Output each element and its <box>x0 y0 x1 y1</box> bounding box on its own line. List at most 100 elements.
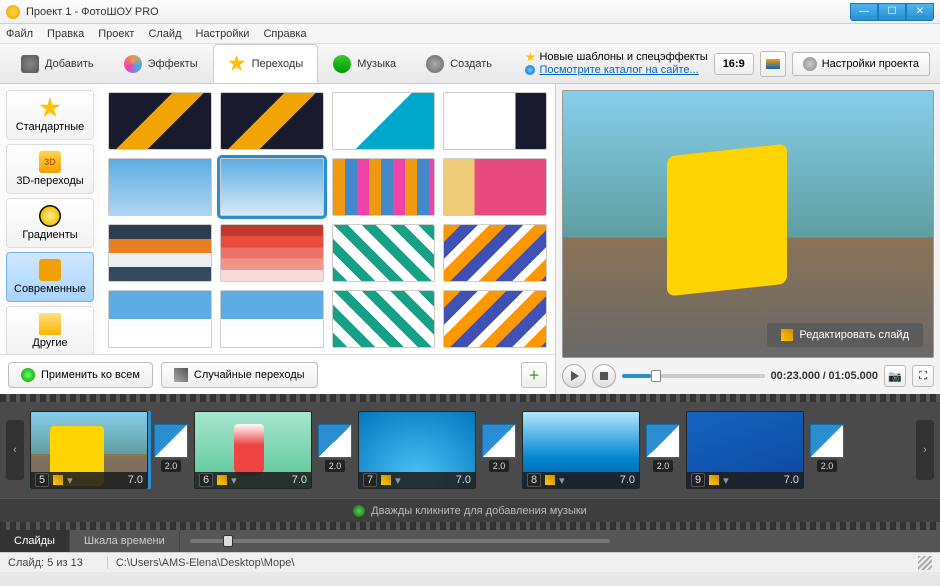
filmstrip-decoration <box>0 394 940 402</box>
toolbar-right: Новые шаблоны и спецэффекты Посмотрите к… <box>525 44 934 83</box>
star-icon <box>525 52 535 62</box>
category-gradients[interactable]: Градиенты <box>6 198 94 248</box>
menu-edit[interactable]: Правка <box>47 28 84 40</box>
slide-thumb[interactable]: 7▾7.0 <box>358 411 476 489</box>
seek-slider[interactable] <box>622 374 765 378</box>
view-tab-slides[interactable]: Слайды <box>0 530 70 552</box>
edit-slide-button[interactable]: Редактировать слайд <box>767 323 923 347</box>
tab-transitions[interactable]: Переходы <box>213 44 319 83</box>
menu-file[interactable]: Файл <box>6 28 33 40</box>
tab-create[interactable]: Создать <box>411 44 507 83</box>
gradient-icon <box>39 205 61 227</box>
category-other[interactable]: Другие <box>6 306 94 354</box>
slide-menu-dropdown[interactable]: ▾ <box>559 474 565 487</box>
aspect-ratio-button[interactable]: 16:9 <box>714 53 754 75</box>
promo-link[interactable]: Посмотрите каталог на сайте... <box>539 64 698 77</box>
transition-thumb[interactable] <box>443 92 547 150</box>
slide-duration: 7.0 <box>292 474 307 486</box>
view-tabs: Слайды Шкала времени <box>0 530 940 552</box>
scroll-left-button[interactable]: ‹ <box>6 420 24 480</box>
slide-group: 5▾7.02.0 <box>30 411 190 489</box>
slide-menu-dropdown[interactable]: ▾ <box>723 474 729 487</box>
transition-thumb[interactable] <box>220 158 324 216</box>
transition-token: 2.0 <box>644 424 682 476</box>
slide-thumb[interactable]: 6▾7.0 <box>194 411 312 489</box>
category-modern[interactable]: Современные <box>6 252 94 302</box>
minimize-button[interactable]: — <box>850 3 878 21</box>
menu-slide[interactable]: Слайд <box>148 28 181 40</box>
background-button[interactable] <box>760 51 786 77</box>
camera-icon <box>21 55 39 73</box>
transition-tile[interactable] <box>154 424 188 458</box>
menu-project[interactable]: Проект <box>98 28 134 40</box>
pencil-icon[interactable] <box>709 475 719 485</box>
transition-thumb[interactable] <box>443 224 547 282</box>
slide-thumb[interactable]: 5▾7.0 <box>30 411 148 489</box>
close-button[interactable]: ✕ <box>906 3 934 21</box>
view-tab-timeline[interactable]: Шкала времени <box>70 530 180 552</box>
tab-effects[interactable]: Эффекты <box>109 44 213 83</box>
play-button[interactable] <box>562 364 586 388</box>
stop-icon <box>600 372 608 380</box>
transition-tile[interactable] <box>810 424 844 458</box>
promo-block: Новые шаблоны и спецэффекты Посмотрите к… <box>525 51 707 77</box>
transition-thumb[interactable] <box>443 290 547 348</box>
snapshot-button[interactable]: 📷 <box>884 365 906 387</box>
slide-number: 7 <box>363 473 377 487</box>
slide-menu-dropdown[interactable]: ▾ <box>67 474 73 487</box>
transition-thumb[interactable] <box>108 290 212 348</box>
slide-thumb[interactable]: 8▾7.0 <box>522 411 640 489</box>
menu-help[interactable]: Справка <box>263 28 306 40</box>
stop-button[interactable] <box>592 364 616 388</box>
category-standard[interactable]: Стандартные <box>6 90 94 140</box>
random-transitions-button[interactable]: Случайные переходы <box>161 362 318 388</box>
project-settings-button[interactable]: Настройки проекта <box>792 52 930 76</box>
transition-thumb[interactable] <box>108 92 212 150</box>
transition-thumb[interactable] <box>108 158 212 216</box>
transition-thumb[interactable] <box>108 224 212 282</box>
transition-tile[interactable] <box>646 424 680 458</box>
transition-thumb[interactable] <box>220 92 324 150</box>
transitions-actions: Применить ко всем Случайные переходы ＋ <box>0 354 555 394</box>
category-3d[interactable]: 3D 3D-переходы <box>6 144 94 194</box>
transition-thumb[interactable] <box>332 158 436 216</box>
transition-tile[interactable] <box>482 424 516 458</box>
slide-thumb[interactable]: 9▾7.0 <box>686 411 804 489</box>
timecode: 00:23.000 / 01:05.000 <box>771 370 878 382</box>
tab-add[interactable]: Добавить <box>6 44 109 83</box>
transition-thumb[interactable] <box>220 290 324 348</box>
maximize-button[interactable]: ☐ <box>878 3 906 21</box>
transition-thumb[interactable] <box>332 224 436 282</box>
music-track[interactable]: Дважды кликните для добавления музыки <box>0 498 940 522</box>
seek-handle[interactable] <box>651 370 661 382</box>
slide-number: 5 <box>35 473 49 487</box>
apply-all-button[interactable]: Применить ко всем <box>8 362 153 388</box>
transition-thumb[interactable] <box>332 92 436 150</box>
add-transition-button[interactable]: ＋ <box>521 362 547 388</box>
preview-area[interactable]: Редактировать слайд <box>562 90 934 358</box>
pencil-icon[interactable] <box>381 475 391 485</box>
slide-menu-dropdown[interactable]: ▾ <box>395 474 401 487</box>
statusbar: Слайд: 5 из 13 C:\Users\AMS-Elena\Deskto… <box>0 552 940 572</box>
transition-thumb[interactable] <box>220 224 324 282</box>
pencil-icon[interactable] <box>217 475 227 485</box>
slides-row: 5▾7.02.06▾7.02.07▾7.02.08▾7.02.09▾7.02.0 <box>30 411 910 489</box>
pencil-icon[interactable] <box>545 475 555 485</box>
slide-menu-dropdown[interactable]: ▾ <box>231 474 237 487</box>
category-label: Современные <box>14 283 86 295</box>
transition-thumb[interactable] <box>443 158 547 216</box>
transition-duration: 2.0 <box>817 460 838 472</box>
scroll-right-button[interactable]: › <box>916 420 934 480</box>
tab-music[interactable]: Музыка <box>318 44 411 83</box>
resize-grip[interactable] <box>918 556 932 570</box>
random-label: Случайные переходы <box>194 369 305 381</box>
transition-thumb[interactable] <box>332 290 436 348</box>
category-label: Стандартные <box>16 121 85 133</box>
transition-tile[interactable] <box>318 424 352 458</box>
pencil-icon[interactable] <box>53 475 63 485</box>
zoom-slider[interactable] <box>190 530 610 552</box>
fullscreen-button[interactable]: ⛶ <box>912 365 934 387</box>
menu-settings[interactable]: Настройки <box>196 28 250 40</box>
zoom-handle[interactable] <box>223 535 233 547</box>
transition-token: 2.0 <box>152 424 190 476</box>
